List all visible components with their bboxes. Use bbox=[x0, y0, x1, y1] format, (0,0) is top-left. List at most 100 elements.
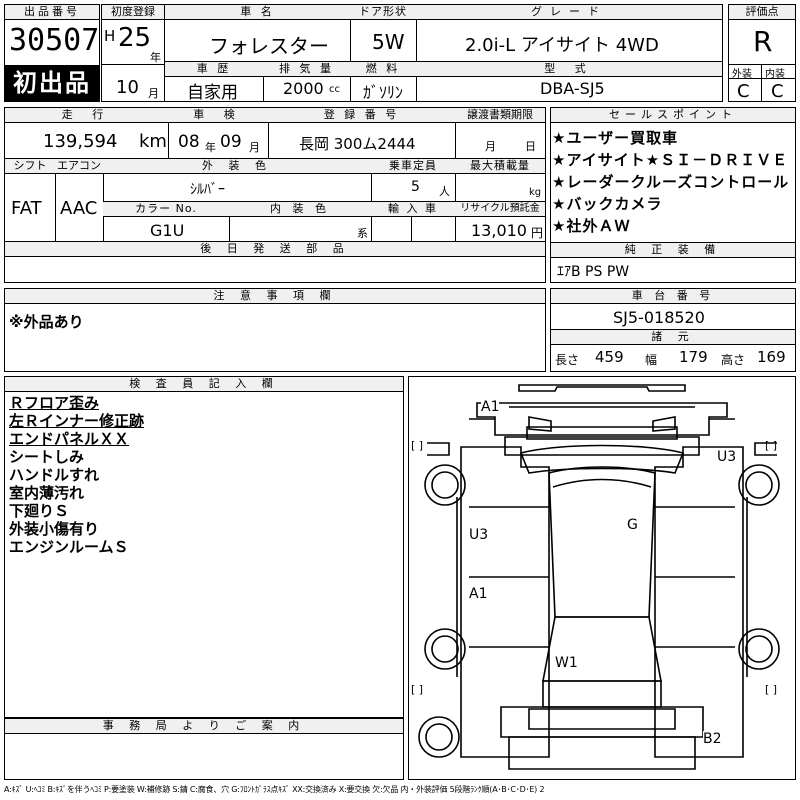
sales-point-item: ★アイサイト★ＳＩ－ＤＲＩＶＥ bbox=[552, 151, 789, 169]
mark-b2-rear: B2 bbox=[703, 731, 722, 747]
damage-diagram: A1 U3 U3 G A1 W1 B2 [ ] [ ] [ ] [ ] bbox=[408, 376, 796, 780]
mark-w1-rear: W1 bbox=[555, 655, 578, 671]
chassis-label: 車 台 番 号 bbox=[551, 289, 795, 304]
first-listing-badge: 初出品 bbox=[4, 65, 100, 102]
load-unit: kg bbox=[529, 187, 542, 198]
car-outline-diagram bbox=[418, 384, 780, 770]
shift-label: シフト bbox=[5, 159, 56, 174]
grade-label: グレード bbox=[416, 5, 722, 20]
office-label: 事 務 局 よ り ご 案 内 bbox=[5, 718, 403, 734]
sales-point-item: ★レーダークルーズコントロール bbox=[552, 173, 790, 191]
inspector-line: ハンドルすれ bbox=[9, 466, 100, 484]
vehicle-history: 自家用 bbox=[187, 83, 238, 103]
header-top-row: 車 名 ドア形状 グレード フォレスター 5W 2.0i-L アイサイト 4WD bbox=[165, 4, 723, 62]
first-reg-label: 初度登録 bbox=[102, 5, 164, 20]
score-block: 評価点 R 外装 内装 C C bbox=[728, 4, 796, 102]
mileage: 139,594 bbox=[43, 131, 118, 152]
inspection-month: 09 bbox=[220, 132, 242, 152]
mark-u3-right: U3 bbox=[717, 449, 737, 465]
sales-points: セールスポイント ★ユーザー買取車 ★アイサイト★ＳＩ－ＤＲＩＶＥ ★レーダーク… bbox=[550, 107, 796, 283]
sales-point-item: ★ユーザー買取車 bbox=[552, 129, 679, 147]
fuel-label: 燃 料 bbox=[350, 62, 417, 77]
length-value: 459 bbox=[595, 348, 624, 366]
later-parts-label: 後 日 発 送 部 品 bbox=[5, 242, 545, 257]
inspector-line: 左Ｒインナー修正跡 bbox=[9, 412, 145, 430]
legend: A:ｷｽﾞ U:ﾍｺﾐ B:ｷｽﾞを伴うﾍｺﾐ P:要塗装 W:補修跡 S:錆 … bbox=[4, 785, 545, 794]
inspector-line: Ｒフロア歪み bbox=[9, 394, 100, 412]
lot-number: 30507 bbox=[9, 23, 100, 58]
width-value: 179 bbox=[679, 348, 708, 366]
recycle-fee: 13,010 bbox=[471, 221, 527, 240]
lot-number-block: 出品番号 30507 初出品 bbox=[4, 4, 100, 102]
transfer-label: 譲渡書類期限 bbox=[455, 108, 545, 123]
capacity-label: 乗車定員 bbox=[371, 159, 456, 174]
first-registration: 初度登録 H 25 年 10 月 bbox=[101, 4, 165, 102]
plate-label: 登 録 番 号 bbox=[268, 108, 456, 123]
sales-point-item: ★バックカメラ bbox=[552, 195, 663, 213]
displacement-unit: cc bbox=[329, 84, 340, 95]
model-code-label: 型 式 bbox=[416, 62, 722, 77]
inspector-line: 室内薄汚れ bbox=[9, 484, 85, 502]
bracket-mark: [ ] bbox=[765, 683, 778, 696]
inspector-label: 検 査 員 記 入 欄 bbox=[5, 377, 403, 392]
reg-month: 10 bbox=[116, 77, 139, 98]
inspection-year: 08 bbox=[178, 132, 200, 152]
plate-number: 長岡 300ム2444 bbox=[299, 135, 416, 153]
era-mark: H bbox=[104, 27, 116, 45]
aircon-label: エアコン bbox=[55, 159, 104, 174]
displacement: 2000 bbox=[283, 79, 324, 98]
recycle-unit: 円 bbox=[531, 226, 544, 240]
inspector-line: 外装小傷有り bbox=[9, 520, 100, 538]
mark-a1-top: A1 bbox=[481, 399, 500, 415]
inspector-line: エンジンルームＳ bbox=[9, 538, 129, 556]
year-unit: 年 bbox=[150, 51, 161, 64]
capacity: 5 bbox=[411, 179, 420, 195]
equipment-value: ｴｱB PS PW bbox=[557, 264, 630, 280]
car-name-label: 車 名 bbox=[165, 5, 351, 20]
door-label: ドア形状 bbox=[350, 5, 417, 20]
equipment-label: 純 正 装 備 bbox=[551, 243, 795, 258]
office-block: 事 務 局 よ り ご 案 内 bbox=[4, 718, 404, 780]
color-no-label: カラー No. bbox=[103, 202, 230, 217]
sales-point-item: ★社外ＡＷ bbox=[552, 217, 631, 235]
lot-number-label: 出品番号 bbox=[5, 5, 99, 20]
inspection-month-unit: 月 bbox=[249, 141, 260, 154]
recycle-label: リサイクル預託金 bbox=[455, 202, 545, 217]
sales-points-label: セールスポイント bbox=[551, 108, 795, 123]
transfer-month-unit: 月 bbox=[485, 140, 496, 153]
fuel: ｶﾞｿﾘﾝ bbox=[363, 83, 404, 102]
inspector-line: シートしみ bbox=[9, 448, 85, 466]
shift: FAT bbox=[11, 198, 42, 219]
model-code: DBA-SJ5 bbox=[540, 79, 605, 98]
chassis-number: SJ5-018520 bbox=[613, 308, 705, 327]
inspector-line: 下廻りＳ bbox=[9, 502, 70, 520]
length-label: 長さ bbox=[555, 353, 580, 367]
import-label: 輸 入 車 bbox=[371, 202, 456, 217]
bracket-mark: [ ] bbox=[411, 439, 424, 452]
mileage-unit: km bbox=[139, 131, 167, 152]
notes-label: 注 意 事 項 欄 bbox=[5, 289, 545, 304]
bracket-mark: [ ] bbox=[411, 683, 424, 696]
color-no: G1U bbox=[150, 221, 185, 240]
dimensions-label: 諸 元 bbox=[551, 330, 795, 345]
interior-grade: C bbox=[771, 81, 784, 102]
transfer-day-unit: 日 bbox=[525, 140, 536, 153]
inspector-block: 検 査 員 記 入 欄 Ｒフロア歪み 左Ｒインナー修正跡 エンドパネルＸＸ シー… bbox=[4, 376, 404, 718]
bracket-mark: [ ] bbox=[765, 439, 778, 452]
height-value: 169 bbox=[757, 348, 786, 366]
header-bottom-row: 車 歴 排 気 量 燃 料 型 式 自家用 2000 cc ｶﾞｿﾘﾝ DBA-… bbox=[165, 62, 723, 103]
month-unit: 月 bbox=[148, 87, 159, 100]
chassis-block: 車 台 番 号 SJ5-018520 諸 元 長さ 459 幅 179 高さ 1… bbox=[550, 288, 796, 372]
aircon: AAC bbox=[60, 198, 98, 219]
load-label: 最大積載量 bbox=[455, 159, 545, 174]
notes-block: 注 意 事 項 欄 ※外品あり bbox=[4, 288, 546, 372]
vehicle-details: 走 行 車 検 登 録 番 号 譲渡書類期限 139,594 km 08 年 0… bbox=[4, 107, 546, 283]
inspection-label: 車 検 bbox=[168, 108, 269, 123]
door-type: 5W bbox=[372, 30, 405, 54]
score-label: 評価点 bbox=[729, 5, 795, 20]
ext-color-label: 外 装 色 bbox=[103, 159, 372, 174]
mark-a1-left: A1 bbox=[469, 586, 488, 602]
inspector-line: エンドパネルＸＸ bbox=[9, 430, 130, 448]
inspection-year-unit: 年 bbox=[205, 141, 216, 154]
history-label: 車 歴 bbox=[165, 62, 264, 77]
